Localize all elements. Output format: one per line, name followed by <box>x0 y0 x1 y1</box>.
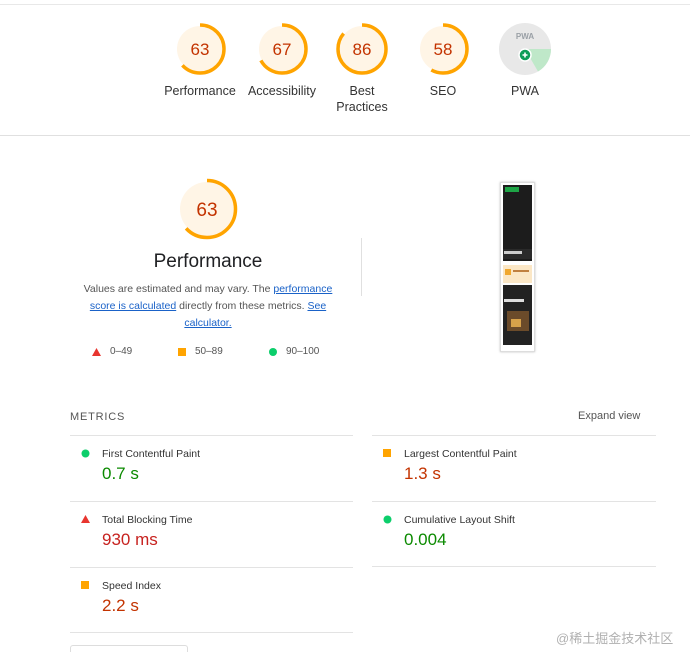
final-screenshot-thumbnail[interactable] <box>500 182 535 352</box>
metrics-divider <box>70 501 353 502</box>
screenshot-image <box>501 183 534 351</box>
metric-title: First Contentful Paint <box>102 448 201 460</box>
performance-score: 63 <box>196 200 217 221</box>
pass-circle-icon <box>81 449 90 458</box>
legend-range: 50–89 <box>195 346 223 357</box>
legend-average: 50–89 <box>178 346 223 357</box>
gauge-accessibility[interactable]: 67 Accessibility <box>237 22 327 99</box>
metric-largest-contentful-paint[interactable]: Largest Contentful Paint 1.3 s <box>372 448 652 498</box>
gauge-seo[interactable]: 58 SEO <box>398 22 488 99</box>
metrics-divider <box>372 501 656 502</box>
gauge-seo-ring: 58 <box>417 23 469 75</box>
metric-title: Speed Index <box>102 580 161 592</box>
metric-cumulative-layout-shift[interactable]: Cumulative Layout Shift 0.004 <box>372 514 652 564</box>
gauge-score: 58 <box>434 40 453 59</box>
desc-text: directly from these metrics. <box>176 300 308 312</box>
legend-fail: 0–49 <box>92 346 132 357</box>
legend-range: 0–49 <box>110 346 133 357</box>
average-square-icon <box>383 449 391 457</box>
metrics-heading: METRICS <box>70 411 126 423</box>
gauge-score: 67 <box>273 40 292 59</box>
summary-divider <box>0 135 690 136</box>
metric-title: Cumulative Layout Shift <box>404 514 515 526</box>
gauge-label: PWA <box>510 84 539 98</box>
section-divider <box>361 238 362 296</box>
fail-triangle-icon <box>81 515 90 523</box>
gauge-performance-ring: 63 <box>174 23 226 75</box>
gauge-performance[interactable]: 63 Performance <box>155 22 245 99</box>
gauge-score: 63 <box>191 40 210 59</box>
metric-value: 930 ms <box>102 530 158 549</box>
pass-circle-icon <box>269 347 277 356</box>
gauge-label: Performance <box>164 84 236 98</box>
metric-first-contentful-paint[interactable]: First Contentful Paint 0.7 s <box>70 448 350 498</box>
desc-text: Values are estimated and may vary. The <box>83 283 274 295</box>
metric-speed-index[interactable]: Speed Index 2.2 s <box>70 580 350 630</box>
performance-title: Performance <box>153 251 263 272</box>
pwa-badge-icon: PWA <box>499 23 551 75</box>
metric-title: Total Blocking Time <box>102 514 193 526</box>
metrics-divider <box>372 435 656 436</box>
average-square-icon <box>178 347 186 356</box>
metrics-divider <box>70 632 353 633</box>
metric-total-blocking-time[interactable]: Total Blocking Time 930 ms <box>70 514 350 564</box>
metric-title: Largest Contentful Paint <box>404 448 517 460</box>
gauge-label: SEO <box>429 84 457 98</box>
gauge-pwa[interactable]: PWA PWA <box>480 22 570 99</box>
pass-circle-icon <box>383 515 392 524</box>
gauge-accessibility-ring: 67 <box>256 23 308 75</box>
metrics-divider <box>70 435 353 436</box>
pwa-badge-text: PWA <box>516 32 534 41</box>
performance-description: Values are estimated and may vary. The p… <box>76 281 340 332</box>
gauge-best-practices-ring: 86 <box>336 23 388 75</box>
metric-value: 0.7 s <box>102 464 139 483</box>
watermark: @稀土掘金技术社区 <box>556 631 674 646</box>
gauge-score: 86 <box>353 40 372 59</box>
fail-triangle-icon <box>92 347 101 356</box>
performance-gauge: 63 <box>176 178 238 240</box>
metrics-divider <box>70 567 353 568</box>
metric-value: 0.004 <box>404 530 447 549</box>
metrics-divider <box>372 566 656 567</box>
legend-range: 90–100 <box>286 346 320 357</box>
legend-pass: 90–100 <box>269 346 319 357</box>
gauge-label: Accessibility <box>247 84 317 98</box>
gauge-label: Best Practices <box>336 84 388 114</box>
average-square-icon <box>81 581 89 589</box>
metric-value: 2.2 s <box>102 596 139 615</box>
expand-view-toggle[interactable]: Expand view <box>578 410 640 422</box>
gauge-best-practices[interactable]: 86 Best Practices <box>317 22 407 115</box>
metric-value: 1.3 s <box>404 464 441 483</box>
top-border <box>0 4 690 5</box>
